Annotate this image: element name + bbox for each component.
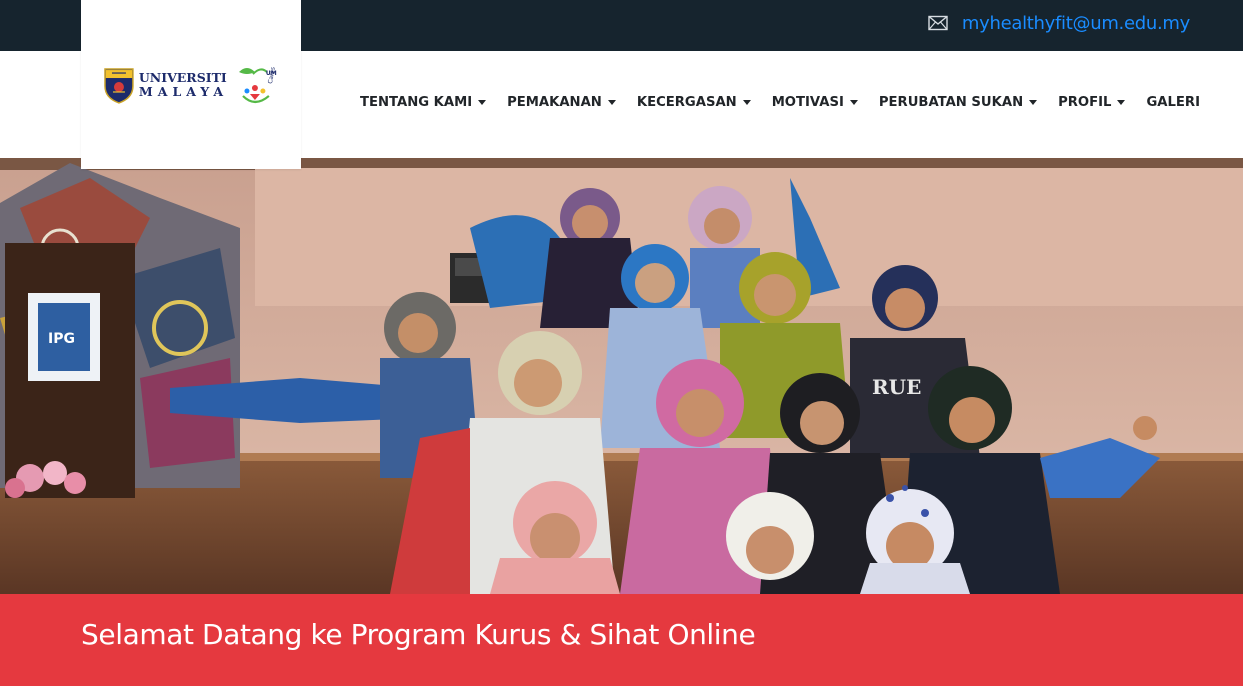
envelope-icon xyxy=(928,15,948,31)
university-name: UNIVERSITI MALAYA xyxy=(138,70,229,99)
logo: UNIVERSITI MALAYA UM Cares xyxy=(103,62,281,108)
nav-item-label: PEMAKANAN xyxy=(507,95,602,110)
contact-email-link[interactable]: myhealthyfit@um.edu.my xyxy=(962,13,1190,34)
nav-kecergasan[interactable]: KECERGASAN xyxy=(637,95,751,110)
caret-down-icon xyxy=(1029,100,1038,105)
contact-info: myhealthyfit@um.edu.my xyxy=(928,11,1190,35)
nav-profil[interactable]: PROFIL xyxy=(1058,95,1126,110)
caret-down-icon xyxy=(607,100,616,105)
welcome-title: Selamat Datang ke Program Kurus & Sihat … xyxy=(81,618,756,651)
nav-pemakanan[interactable]: PEMAKANAN xyxy=(507,95,616,110)
svg-text:RUE: RUE xyxy=(872,375,921,399)
main-menu: TENTANG KAMI PEMAKANAN KECERGASAN MOTIVA… xyxy=(360,95,1200,110)
podium-sign-text: IPG xyxy=(48,331,75,347)
nav-item-label: TENTANG KAMI xyxy=(360,95,473,110)
hero-image: IPG RUE xyxy=(0,158,1243,594)
nav-item-label: GALERI xyxy=(1146,95,1200,110)
caret-down-icon xyxy=(478,100,487,105)
um-cares-logo-icon: UM Cares xyxy=(239,66,277,104)
nav-perubatan-sukan[interactable]: PERUBATAN SUKAN xyxy=(878,95,1038,110)
um-crest-icon xyxy=(104,68,134,104)
university-name-line2: MALAYA xyxy=(138,83,229,99)
site-logo-link[interactable]: UNIVERSITI MALAYA UM Cares xyxy=(81,0,301,169)
nav-tentang-kami[interactable]: TENTANG KAMI xyxy=(360,95,487,110)
nav-item-label: PERUBATAN SUKAN xyxy=(878,95,1024,110)
university-name-line1: UNIVERSITI xyxy=(138,70,227,85)
nav-item-label: KECERGASAN xyxy=(636,95,737,110)
nav-item-label: PROFIL xyxy=(1058,95,1112,110)
nav-galeri[interactable]: GALERI xyxy=(1146,95,1200,110)
nav-motivasi[interactable]: MOTIVASI xyxy=(772,95,858,110)
nav-item-label: MOTIVASI xyxy=(771,95,844,110)
caret-down-icon xyxy=(1117,100,1126,105)
welcome-banner: Selamat Datang ke Program Kurus & Sihat … xyxy=(0,594,1243,686)
caret-down-icon xyxy=(742,100,751,105)
caret-down-icon xyxy=(849,100,858,105)
svg-text:Cares: Cares xyxy=(267,66,277,84)
page-bottom-strip xyxy=(0,686,1243,699)
